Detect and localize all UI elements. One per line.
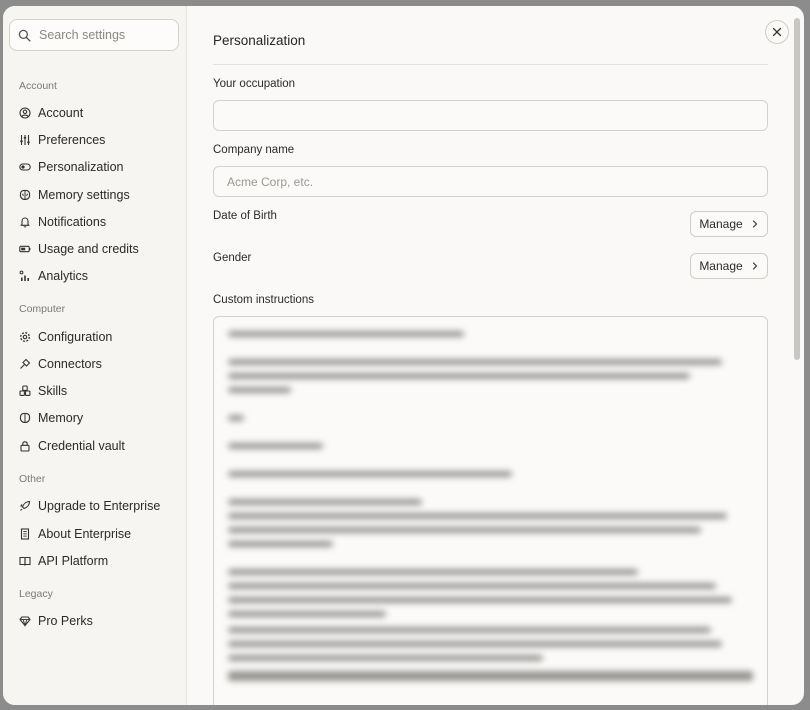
search-icon (18, 29, 31, 42)
sidebar-item-label: Upgrade to Enterprise (38, 499, 161, 513)
manage-button-label: Manage (699, 217, 743, 231)
sidebar-item-label: Memory (38, 411, 84, 425)
settings-sidebar: Account Account Preferences Personalizat… (3, 6, 187, 705)
user-circle-icon (19, 107, 31, 119)
sidebar-item-preferences[interactable]: Preferences (19, 129, 179, 151)
sidebar-item-label: API Platform (38, 554, 109, 568)
sidebar-item-label: Connectors (38, 357, 102, 371)
blocks-icon (19, 385, 31, 397)
sidebar-item-configuration[interactable]: Configuration (19, 326, 179, 348)
section-label-other: Other (19, 473, 46, 485)
section-label-account: Account (19, 80, 57, 92)
bell-icon (19, 216, 31, 228)
brain-icon (19, 189, 31, 201)
sidebar-item-label: Notifications (38, 215, 107, 229)
sidebar-item-pro-perks[interactable]: Pro Perks (19, 610, 179, 632)
title-divider (213, 64, 768, 65)
section-label-computer: Computer (19, 303, 66, 315)
sidebar-item-api-platform[interactable]: API Platform (19, 550, 179, 572)
diamond-icon (19, 615, 31, 627)
sidebar-item-skills[interactable]: Skills (19, 380, 179, 402)
settings-content: Personalization Your occupation Company … (187, 6, 804, 705)
sidebar-item-label: Preferences (38, 133, 106, 147)
sliders-icon (19, 134, 31, 146)
sidebar-item-label: Credential vault (38, 439, 125, 453)
manage-button-label: Manage (699, 259, 743, 273)
custom-instructions-textarea[interactable] (213, 316, 768, 705)
company-label: Company name (213, 144, 295, 156)
company-input[interactable] (213, 166, 768, 197)
close-icon (772, 27, 782, 37)
sidebar-item-label: Account (38, 106, 84, 120)
lock-icon (19, 440, 31, 452)
page-title: Personalization (213, 33, 306, 48)
gear-icon (19, 331, 31, 343)
sidebar-item-credential-vault[interactable]: Credential vault (19, 435, 179, 457)
gender-label: Gender (213, 252, 252, 264)
dob-manage-button[interactable]: Manage (690, 211, 768, 237)
brain-icon (19, 412, 31, 424)
sidebar-item-label: Configuration (38, 330, 113, 344)
sidebar-item-about-enterprise[interactable]: About Enterprise (19, 523, 179, 545)
search-input[interactable] (39, 28, 169, 42)
sidebar-item-label: About Enterprise (38, 527, 132, 541)
search-box[interactable] (9, 19, 179, 51)
sidebar-item-label: Analytics (38, 269, 89, 283)
occupation-input[interactable] (213, 100, 768, 131)
sidebar-item-label: Personalization (38, 160, 124, 174)
battery-icon (19, 243, 31, 255)
blurred-instructions-content (214, 317, 767, 687)
gender-manage-button[interactable]: Manage (690, 253, 768, 279)
sidebar-item-label: Memory settings (38, 188, 130, 202)
sidebar-item-personalization[interactable]: Personalization (19, 156, 179, 178)
book-icon (19, 555, 31, 567)
occupation-label: Your occupation (213, 78, 296, 90)
sidebar-item-account[interactable]: Account (19, 102, 179, 124)
toggle-icon (19, 161, 31, 173)
chart-icon (19, 270, 31, 282)
chevron-right-icon (752, 220, 757, 228)
plug-icon (19, 358, 31, 370)
sidebar-item-connectors[interactable]: Connectors (19, 353, 179, 375)
sidebar-item-memory[interactable]: Memory (19, 407, 179, 429)
sidebar-item-label: Skills (38, 384, 68, 398)
scrollbar-thumb[interactable] (794, 18, 800, 360)
sidebar-item-memory-settings[interactable]: Memory settings (19, 184, 179, 206)
chevron-right-icon (752, 262, 757, 270)
section-label-legacy: Legacy (19, 588, 53, 600)
dob-label: Date of Birth (213, 210, 277, 222)
building-icon (19, 528, 31, 540)
rocket-icon (19, 500, 31, 512)
sidebar-item-label: Usage and credits (38, 242, 139, 256)
custom-instructions-label: Custom instructions (213, 294, 314, 306)
settings-modal: Account Account Preferences Personalizat… (3, 6, 804, 705)
sidebar-item-notifications[interactable]: Notifications (19, 211, 179, 233)
sidebar-item-usage-credits[interactable]: Usage and credits (19, 238, 179, 260)
sidebar-item-analytics[interactable]: Analytics (19, 265, 179, 287)
sidebar-item-upgrade-enterprise[interactable]: Upgrade to Enterprise (19, 495, 179, 517)
close-button[interactable] (765, 20, 789, 44)
sidebar-item-label: Pro Perks (38, 614, 93, 628)
